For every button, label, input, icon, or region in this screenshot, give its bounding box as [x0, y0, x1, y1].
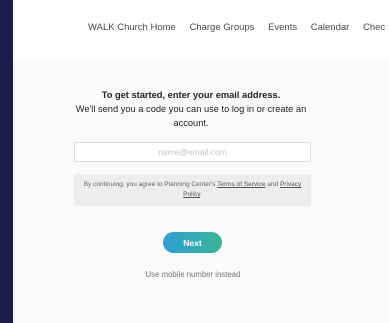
email-input[interactable]	[74, 142, 311, 162]
nav-item-calendar[interactable]: Calendar	[311, 22, 350, 33]
intro-description: We'll send you a code you can use to log…	[75, 104, 307, 128]
terms-of-service-link[interactable]: Terms of Service	[217, 181, 265, 188]
top-navigation: WALK Church Home Charge Groups Events Ca…	[13, 0, 389, 60]
consent-and: and	[265, 181, 280, 188]
consent-suffix: .	[200, 191, 202, 198]
page-frame: WALK Church Home Charge Groups Events Ca…	[0, 0, 389, 323]
use-mobile-number-link[interactable]: Use mobile number instead	[93, 270, 293, 279]
intro-heading: To get started, enter your email address…	[101, 90, 281, 100]
intro-text: To get started, enter your email address…	[61, 88, 321, 130]
browser-window: WALK Church Home Charge Groups Events Ca…	[13, 0, 389, 323]
nav-item-charge-groups[interactable]: Charge Groups	[189, 22, 254, 33]
login-panel: To get started, enter your email address…	[13, 60, 389, 323]
consent-prefix: By continuing, you agree to Planning Cen…	[83, 181, 218, 188]
nav-item-events[interactable]: Events	[268, 22, 297, 33]
nav-item-check-in[interactable]: Chec	[363, 22, 385, 33]
next-button[interactable]: Next	[163, 232, 222, 253]
nav-items: WALK Church Home Charge Groups Events Ca…	[88, 22, 389, 33]
consent-notice: By continuing, you agree to Planning Cen…	[74, 174, 311, 206]
nav-item-walk-church-home[interactable]: WALK Church Home	[88, 22, 176, 33]
